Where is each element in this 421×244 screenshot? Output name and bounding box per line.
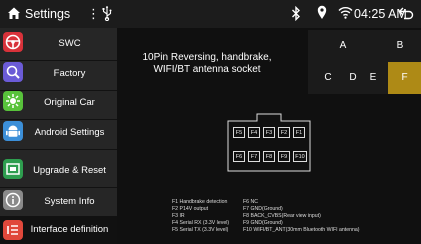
pin-f9: F9 bbox=[278, 151, 290, 162]
home-icon[interactable] bbox=[7, 6, 21, 20]
original-car-icon bbox=[3, 91, 23, 111]
tab-f[interactable]: F bbox=[388, 62, 421, 94]
location-icon bbox=[317, 5, 327, 19]
sidebar-item-upgrade-reset[interactable]: Upgrade & Reset bbox=[0, 155, 117, 188]
legend-item: F5 Serial TX (3.3V level) bbox=[172, 227, 229, 233]
legend-item: F9 GND(Ground) bbox=[243, 220, 283, 226]
pin-f3: F3 bbox=[263, 127, 275, 138]
sidebar-item-interface-definition[interactable]: Interface definition bbox=[0, 216, 117, 244]
sidebar-item-label: Original Car bbox=[44, 97, 95, 108]
tab-c[interactable]: C bbox=[318, 62, 338, 94]
pin-f1: F1 bbox=[293, 127, 305, 138]
legend-item: F1 Handbrake detection bbox=[172, 199, 228, 205]
pin-f4: F4 bbox=[248, 127, 260, 138]
sidebar-item-swc[interactable]: SWC bbox=[0, 28, 117, 61]
page-title-line-1: 10Pin Reversing, handbrake, bbox=[142, 52, 272, 63]
connector-outline bbox=[227, 113, 311, 172]
socket-tabs: A B C D E F bbox=[308, 30, 421, 94]
tab-a[interactable]: A bbox=[328, 30, 358, 62]
sidebar-item-system-info[interactable]: System Info bbox=[0, 186, 117, 219]
pin-legend-left: F1 Handbrake detection F2 P14V output F3… bbox=[172, 199, 229, 234]
pin-f7: F7 bbox=[248, 151, 260, 162]
more-menu-icon[interactable]: ⋮ bbox=[87, 6, 100, 22]
pin-f2: F2 bbox=[278, 127, 290, 138]
tab-e[interactable]: E bbox=[361, 62, 385, 94]
pin-f5: F5 bbox=[233, 127, 245, 138]
interface-list-icon bbox=[3, 220, 23, 240]
settings-sidebar: SWC Factory Original Car Android Setting… bbox=[0, 28, 117, 244]
back-icon[interactable] bbox=[398, 6, 414, 20]
sidebar-item-label: SWC bbox=[58, 38, 81, 49]
legend-item: F4 Serial RX (3.3V level) bbox=[172, 220, 230, 226]
legend-item: F6 NC bbox=[243, 199, 258, 205]
pin-f10: F10 bbox=[293, 151, 307, 162]
sidebar-item-label: Interface definition bbox=[30, 224, 109, 235]
sidebar-item-label: Android Settings bbox=[34, 127, 105, 138]
legend-item: F7 GND(Ground) bbox=[243, 206, 283, 212]
legend-item: F8 BACK_CVBS(Rear view input) bbox=[243, 213, 321, 219]
factory-icon bbox=[3, 62, 23, 82]
bluetooth-icon bbox=[292, 6, 300, 21]
legend-item: F10 WIFI/BT_ANT(30mm Bluetooth WIFI ante… bbox=[243, 227, 360, 233]
sidebar-item-label: Factory bbox=[53, 68, 86, 79]
page-title-line-2: WIFI/BT antenna socket bbox=[153, 64, 261, 75]
usb-icon bbox=[102, 6, 112, 21]
pin-f8: F8 bbox=[263, 151, 275, 162]
pin-legend-right: F6 NC F7 GND(Ground) F8 BACK_CVBS(Rear v… bbox=[243, 199, 359, 234]
page-title: 10Pin Reversing, handbrake, WIFI/BT ante… bbox=[117, 52, 297, 76]
tab-b[interactable]: B bbox=[385, 30, 415, 62]
app-title: Settings bbox=[25, 7, 71, 21]
tab-d[interactable]: D bbox=[345, 62, 361, 94]
pin-f6: F6 bbox=[233, 151, 245, 162]
wifi-icon bbox=[338, 7, 353, 19]
sidebar-item-original-car[interactable]: Original Car bbox=[0, 87, 117, 120]
steering-wheel-icon bbox=[3, 32, 23, 52]
status-bar: Settings ⋮ 04:25 AM bbox=[0, 0, 421, 28]
sidebar-item-label: System Info bbox=[44, 196, 95, 207]
legend-item: F3 IR bbox=[172, 213, 185, 219]
connector-diagram: F5 F4 F3 F2 F1 F6 F7 F8 F9 F10 bbox=[225, 111, 315, 177]
upgrade-icon bbox=[3, 159, 23, 179]
info-icon bbox=[3, 190, 23, 210]
sidebar-item-android-settings[interactable]: Android Settings bbox=[0, 117, 117, 150]
legend-item: F2 P14V output bbox=[172, 206, 209, 212]
android-icon bbox=[3, 121, 23, 141]
sidebar-item-label: Upgrade & Reset bbox=[33, 165, 106, 176]
